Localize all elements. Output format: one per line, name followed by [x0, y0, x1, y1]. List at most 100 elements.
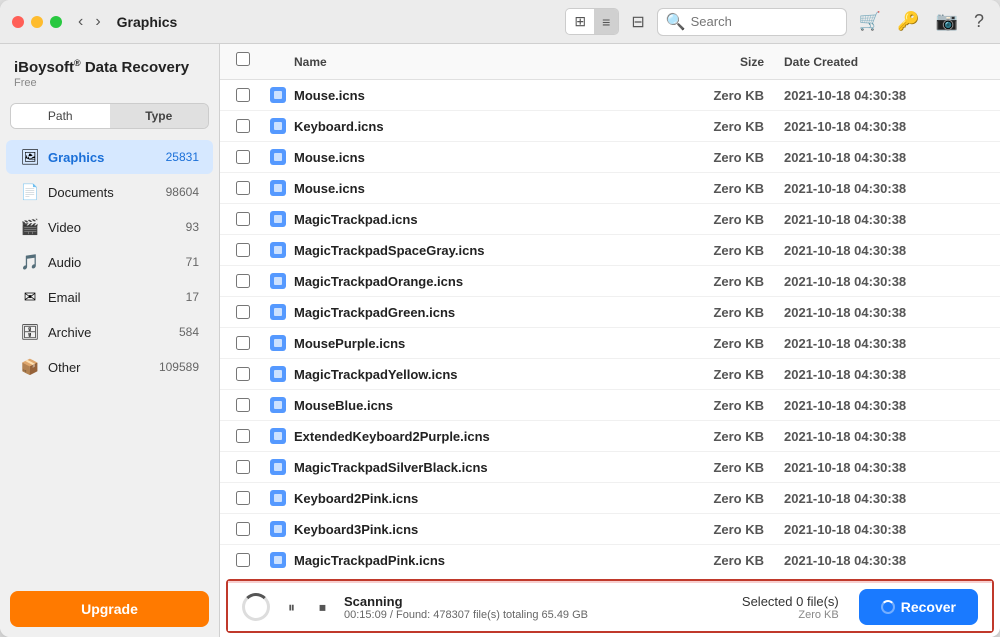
file-date-15: 2021-10-18 04:30:38	[784, 553, 984, 568]
sidebar-other-count: 109589	[159, 360, 199, 374]
file-checkbox-15[interactable]	[236, 553, 250, 567]
file-type-icon	[270, 397, 286, 413]
file-type-icon	[270, 459, 286, 475]
file-date-2: 2021-10-18 04:30:38	[784, 150, 984, 165]
file-icon-col-13	[266, 490, 290, 506]
file-type-icon	[270, 273, 286, 289]
table-row: MagicTrackpad.icns Zero KB 2021-10-18 04…	[220, 204, 1000, 235]
key-icon[interactable]: 🔑	[893, 7, 923, 36]
file-size-6: Zero KB	[664, 274, 784, 289]
file-size-4: Zero KB	[664, 212, 784, 227]
table-header: Name Size Date Created	[220, 44, 1000, 80]
file-checkbox-13[interactable]	[236, 491, 250, 505]
forward-button[interactable]: ›	[91, 11, 104, 33]
file-icon-col-4	[266, 211, 290, 227]
file-checkbox-3[interactable]	[236, 181, 250, 195]
sidebar-item-graphics[interactable]: 🖼 Graphics 25831	[6, 140, 213, 174]
sidebar-items: 🖼 Graphics 25831 📄 Documents 98604 🎬 Vid…	[0, 135, 219, 581]
select-all-checkbox[interactable]	[236, 52, 250, 66]
sidebar-item-video[interactable]: 🎬 Video 93	[6, 210, 213, 244]
recover-button[interactable]: Recover	[859, 589, 978, 625]
sidebar-video-icon: 🎬	[20, 217, 40, 237]
row-checkbox-10	[236, 398, 266, 412]
file-checkbox-14[interactable]	[236, 522, 250, 536]
close-button[interactable]	[12, 16, 24, 28]
header-date: Date Created	[784, 55, 984, 69]
file-name-13: Keyboard2Pink.icns	[290, 491, 664, 506]
row-checkbox-9	[236, 367, 266, 381]
row-checkbox-5	[236, 243, 266, 257]
main-layout: iBoysoft® Data Recovery Free Path Type 🖼…	[0, 44, 1000, 637]
scan-title: Scanning	[344, 594, 730, 609]
file-checkbox-9[interactable]	[236, 367, 250, 381]
file-checkbox-11[interactable]	[236, 429, 250, 443]
back-button[interactable]: ‹	[74, 11, 87, 33]
table-row: Mouse.icns Zero KB 2021-10-18 04:30:38	[220, 173, 1000, 204]
breadcrumb-title: Graphics	[117, 14, 178, 30]
grid-view-button[interactable]: ⊞	[566, 9, 594, 34]
file-name-10: MouseBlue.icns	[290, 398, 664, 413]
sidebar-graphics-label: Graphics	[48, 150, 166, 165]
scan-info: Scanning 00:15:09 / Found: 478307 file(s…	[344, 594, 730, 621]
search-input[interactable]	[691, 14, 838, 29]
file-checkbox-12[interactable]	[236, 460, 250, 474]
file-checkbox-4[interactable]	[236, 212, 250, 226]
file-checkbox-0[interactable]	[236, 88, 250, 102]
table-row: MouseBlue.icns Zero KB 2021-10-18 04:30:…	[220, 390, 1000, 421]
sidebar-item-archive[interactable]: 🗄 Archive 584	[6, 315, 213, 349]
row-checkbox-2	[236, 150, 266, 164]
file-type-icon	[270, 304, 286, 320]
sidebar-item-audio[interactable]: 🎵 Audio 71	[6, 245, 213, 279]
list-view-button[interactable]: ≡	[594, 9, 618, 34]
cart-icon[interactable]: 🛒	[855, 7, 885, 36]
file-size-5: Zero KB	[664, 243, 784, 258]
sidebar-item-documents[interactable]: 📄 Documents 98604	[6, 175, 213, 209]
recover-spinner-icon	[881, 600, 895, 614]
sidebar-documents-count: 98604	[166, 185, 199, 199]
filter-button[interactable]: ⊟	[627, 8, 648, 36]
row-checkbox-1	[236, 119, 266, 133]
file-checkbox-2[interactable]	[236, 150, 250, 164]
file-type-icon	[270, 118, 286, 134]
file-type-icon	[270, 211, 286, 227]
file-type-icon	[270, 552, 286, 568]
file-icon-col-3	[266, 180, 290, 196]
file-icon-col-6	[266, 273, 290, 289]
file-checkbox-7[interactable]	[236, 305, 250, 319]
search-box: 🔍	[657, 8, 847, 36]
table-row: MagicTrackpadPink.icns Zero KB 2021-10-1…	[220, 545, 1000, 575]
maximize-button[interactable]	[50, 16, 62, 28]
file-icon-col-15	[266, 552, 290, 568]
table-row: MagicTrackpadYellow.icns Zero KB 2021-10…	[220, 359, 1000, 390]
file-name-5: MagicTrackpadSpaceGray.icns	[290, 243, 664, 258]
sidebar-item-other[interactable]: 📦 Other 109589	[6, 350, 213, 384]
file-checkbox-8[interactable]	[236, 336, 250, 350]
file-date-8: 2021-10-18 04:30:38	[784, 336, 984, 351]
file-checkbox-6[interactable]	[236, 274, 250, 288]
file-icon-col-8	[266, 335, 290, 351]
file-checkbox-5[interactable]	[236, 243, 250, 257]
selected-size: Zero KB	[742, 609, 839, 621]
file-size-13: Zero KB	[664, 491, 784, 506]
sidebar: iBoysoft® Data Recovery Free Path Type 🖼…	[0, 44, 220, 637]
sidebar-graphics-icon: 🖼	[20, 147, 40, 167]
scan-stop-button[interactable]: ⏹	[313, 597, 332, 618]
minimize-button[interactable]	[31, 16, 43, 28]
row-checkbox-15	[236, 553, 266, 567]
help-icon[interactable]: ?	[970, 7, 988, 36]
sidebar-graphics-count: 25831	[166, 150, 199, 164]
file-type-icon	[270, 87, 286, 103]
upgrade-button[interactable]: Upgrade	[10, 591, 209, 627]
file-size-0: Zero KB	[664, 88, 784, 103]
file-type-icon	[270, 180, 286, 196]
sidebar-item-email[interactable]: ✉ Email 17	[6, 280, 213, 314]
tab-path[interactable]: Path	[11, 104, 110, 128]
search-icon: 🔍	[666, 12, 686, 32]
camera-icon[interactable]: 📷	[932, 7, 962, 36]
file-type-icon	[270, 366, 286, 382]
scan-pause-button[interactable]: ⏸	[282, 597, 301, 618]
file-checkbox-1[interactable]	[236, 119, 250, 133]
file-date-6: 2021-10-18 04:30:38	[784, 274, 984, 289]
file-checkbox-10[interactable]	[236, 398, 250, 412]
tab-type[interactable]: Type	[110, 104, 209, 128]
